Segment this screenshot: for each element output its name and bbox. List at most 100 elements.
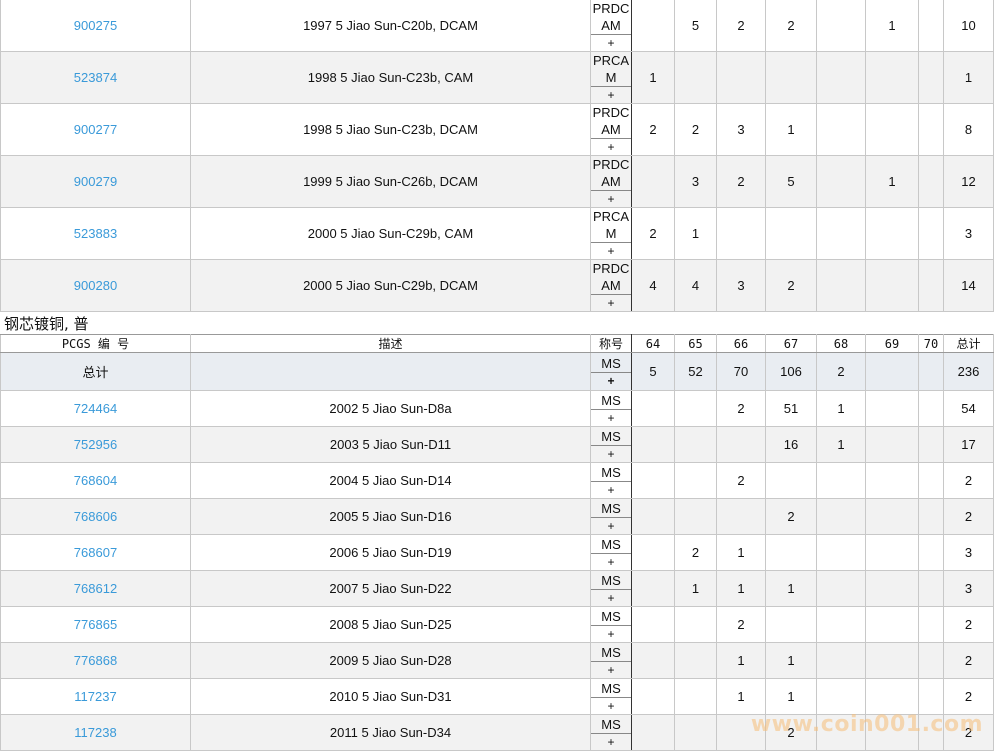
count-64: 2 [631,207,675,260]
header-row: PCGS 编 号 描述 称号 64 65 66 67 68 69 70 总计 [0,334,994,353]
count-64: 5 [631,352,675,391]
count-66: 1 [716,642,766,679]
count-64 [631,390,675,427]
grade-label: MS [601,428,621,444]
coin-description: 1997 5 Jiao Sun-C20b, DCAM [190,0,591,52]
table-row: 776868 2009 5 Jiao Sun-D28 MS + 1 1 2 [0,642,994,679]
count-69 [865,642,919,679]
pcgs-number-link[interactable]: 523883 [0,207,191,260]
count-65 [674,462,717,499]
grade-cell: MS + [590,678,632,715]
grade-label: PRDCAM [592,157,630,189]
count-64 [631,678,675,715]
grade-label: PRDCAM [592,261,630,293]
section-title: 钢芯镀铜, 普 [4,315,89,333]
count-70 [918,155,944,208]
plus-grade-label: + [591,660,631,678]
count-65 [674,714,717,751]
plus-grade-label: + [591,34,631,51]
count-67 [765,207,817,260]
grade-cell: MS + [590,714,632,751]
count-69 [865,426,919,463]
count-68 [816,259,866,312]
grade-label: MS [601,500,621,516]
pcgs-number-link[interactable]: 768604 [0,462,191,499]
pcgs-number-link[interactable]: 900275 [0,0,191,52]
count-67: 16 [765,426,817,463]
pcgs-number-link[interactable]: 117238 [0,714,191,751]
pcgs-number-link[interactable]: 900280 [0,259,191,312]
pcgs-number-link[interactable]: 900277 [0,103,191,156]
count-total: 10 [943,0,994,52]
count-64 [631,462,675,499]
grade-label: MS [601,644,621,660]
header-description: 描述 [190,334,591,353]
header-67: 67 [765,334,817,353]
count-66 [716,51,766,104]
count-65: 1 [674,570,717,607]
count-68: 2 [816,352,866,391]
header-grade: 称号 [590,334,632,353]
total-description [190,352,591,391]
plus-grade-label: + [591,516,631,534]
count-70 [918,642,944,679]
table-row: 776865 2008 5 Jiao Sun-D25 MS + 2 2 [0,606,994,643]
plus-grade-label: + [591,624,631,642]
coin-description: 2005 5 Jiao Sun-D16 [190,498,591,535]
grade-cell: MS + [590,390,632,427]
count-65 [674,498,717,535]
count-70 [918,0,944,52]
header-69: 69 [865,334,919,353]
grade-label: PRCAM [592,53,630,85]
coin-description: 1998 5 Jiao Sun-C23b, CAM [190,51,591,104]
count-65: 1 [674,207,717,260]
count-total: 2 [943,498,994,535]
count-70 [918,207,944,260]
count-64: 2 [631,103,675,156]
count-total: 236 [943,352,994,391]
count-70 [918,678,944,715]
table-row: 768606 2005 5 Jiao Sun-D16 MS + 2 2 [0,498,994,535]
count-65: 52 [674,352,717,391]
grade-cell: PRDCAM + [590,259,632,312]
grade-label: MS [601,572,621,588]
count-70 [918,534,944,571]
pcgs-number-link[interactable]: 752956 [0,426,191,463]
pcgs-number-link[interactable]: 776868 [0,642,191,679]
plus-grade-label: + [591,190,631,207]
plus-grade-label: + [591,552,631,570]
pcgs-number-link[interactable]: 724464 [0,390,191,427]
count-total: 3 [943,207,994,260]
table-row: 768604 2004 5 Jiao Sun-D14 MS + 2 2 [0,462,994,499]
plus-grade-label: + [591,138,631,155]
pcgs-number-link[interactable]: 768606 [0,498,191,535]
grade-label: MS [601,355,621,371]
pcgs-number-link[interactable]: 768607 [0,534,191,571]
coin-description: 1999 5 Jiao Sun-C26b, DCAM [190,155,591,208]
grade-cell: MS + [590,534,632,571]
count-67: 1 [765,103,817,156]
grade-label: MS [601,392,621,408]
pcgs-number-link[interactable]: 900279 [0,155,191,208]
count-68 [816,606,866,643]
count-68 [816,155,866,208]
pcgs-number-link[interactable]: 523874 [0,51,191,104]
header-66: 66 [716,334,766,353]
count-69 [865,207,919,260]
count-65 [674,426,717,463]
count-67: 2 [765,259,817,312]
plus-grade-label: + [591,294,631,311]
count-69 [865,390,919,427]
grade-cell: MS + [590,606,632,643]
coin-description: 2008 5 Jiao Sun-D25 [190,606,591,643]
count-64 [631,426,675,463]
grade-cell: PRDCAM + [590,0,632,52]
count-68: 1 [816,426,866,463]
pcgs-number-link[interactable]: 117237 [0,678,191,715]
pcgs-number-link[interactable]: 768612 [0,570,191,607]
grade-cell: PRCAM + [590,207,632,260]
count-69: 1 [865,0,919,52]
table-row: 523883 2000 5 Jiao Sun-C29b, CAM PRCAM + … [0,207,994,260]
pcgs-number-link[interactable]: 776865 [0,606,191,643]
plus-grade-label: + [591,696,631,714]
